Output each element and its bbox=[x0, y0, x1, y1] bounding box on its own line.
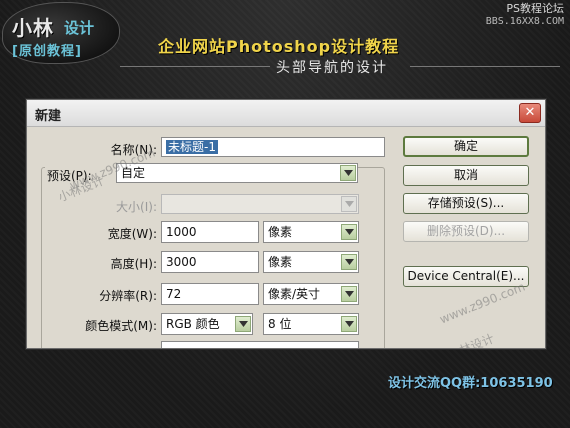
logo-sub-text: 设计 bbox=[64, 19, 95, 37]
resolution-unit-dropdown-arrow[interactable] bbox=[341, 286, 357, 302]
bit-depth-dropdown-arrow[interactable] bbox=[341, 316, 357, 332]
chevron-down-icon bbox=[345, 291, 354, 297]
chevron-down-icon bbox=[345, 229, 354, 235]
width-unit-dropdown-arrow[interactable] bbox=[341, 224, 357, 240]
height-unit-dropdown-arrow[interactable] bbox=[341, 254, 357, 270]
watermark-brand-2: 小林设计 bbox=[446, 331, 497, 349]
new-document-dialog: 新建 ✕ 名称(N): 未标题-1 预设(P): 自定 大小(I): 宽度(W)… bbox=[26, 99, 546, 349]
divider-right bbox=[410, 66, 560, 67]
name-value: 未标题-1 bbox=[166, 140, 218, 154]
resolution-unit-value: 像素/英寸 bbox=[268, 287, 321, 301]
dialog-titlebar[interactable]: 新建 ✕ bbox=[27, 100, 545, 127]
chevron-down-icon bbox=[345, 259, 354, 265]
bit-depth-select[interactable]: 8 位 bbox=[263, 313, 359, 335]
chevron-down-icon bbox=[345, 201, 354, 207]
width-input[interactable]: 1000 bbox=[161, 221, 259, 243]
chevron-down-icon bbox=[345, 321, 354, 327]
width-unit-value: 像素 bbox=[268, 225, 293, 239]
background-contents-select[interactable] bbox=[161, 341, 359, 348]
logo-main-text: 小林 bbox=[12, 16, 54, 40]
close-icon: ✕ bbox=[524, 105, 536, 120]
logo-tag-text: [原创教程] bbox=[12, 44, 82, 59]
site-logo: 小林 设计 [原创教程] bbox=[2, 2, 120, 64]
preset-value: 自定 bbox=[121, 166, 146, 180]
color-mode-value: RGB 颜色 bbox=[166, 317, 220, 331]
chevron-down-icon bbox=[344, 170, 353, 176]
dialog-title: 新建 bbox=[35, 109, 62, 124]
close-button[interactable]: ✕ bbox=[519, 103, 541, 123]
preset-label: 预设(P): bbox=[45, 167, 119, 184]
page-subtitle: 头部导航的设计 bbox=[276, 60, 388, 76]
height-input[interactable]: 3000 bbox=[161, 251, 259, 273]
color-mode-label: 颜色模式(M): bbox=[85, 319, 157, 333]
size-label: 大小(I): bbox=[116, 200, 157, 214]
site-name: PS教程论坛 bbox=[506, 2, 564, 15]
width-label: 宽度(W): bbox=[107, 227, 157, 241]
resolution-unit-select[interactable]: 像素/英寸 bbox=[263, 283, 359, 305]
site-info: PS教程论坛 BBS.16XX8.COM bbox=[486, 2, 564, 28]
name-label: 名称(N): bbox=[110, 143, 157, 157]
height-label: 高度(H): bbox=[110, 257, 157, 271]
color-mode-dropdown-arrow[interactable] bbox=[235, 316, 251, 332]
chevron-down-icon bbox=[239, 321, 248, 327]
width-unit-select[interactable]: 像素 bbox=[263, 221, 359, 243]
device-central-button[interactable]: Device Central(E)... bbox=[403, 266, 529, 287]
preset-dropdown-arrow[interactable] bbox=[340, 165, 356, 181]
resolution-input[interactable]: 72 bbox=[161, 283, 259, 305]
size-dropdown-arrow bbox=[341, 196, 357, 212]
color-mode-select[interactable]: RGB 颜色 bbox=[161, 313, 253, 335]
divider-left bbox=[120, 66, 270, 67]
bit-depth-value: 8 位 bbox=[268, 317, 292, 331]
resolution-label: 分辨率(R): bbox=[99, 289, 157, 303]
cancel-button[interactable]: 取消 bbox=[403, 165, 529, 186]
height-unit-value: 像素 bbox=[268, 255, 293, 269]
subtitle-bar: 头部导航的设计 bbox=[120, 56, 560, 78]
qq-group-text: 设计交流QQ群:10635190 bbox=[388, 376, 553, 391]
site-url: BBS.16XX8.COM bbox=[485, 16, 564, 27]
preset-select[interactable]: 自定 bbox=[116, 163, 358, 183]
save-preset-button[interactable]: 存储预设(S)... bbox=[403, 193, 529, 214]
page-title: 企业网站Photoshop设计教程 bbox=[158, 37, 400, 56]
delete-preset-button: 删除预设(D)... bbox=[403, 221, 529, 242]
name-input[interactable]: 未标题-1 bbox=[161, 137, 385, 157]
ok-button[interactable]: 确定 bbox=[403, 136, 529, 157]
size-select bbox=[161, 194, 359, 214]
height-unit-select[interactable]: 像素 bbox=[263, 251, 359, 273]
